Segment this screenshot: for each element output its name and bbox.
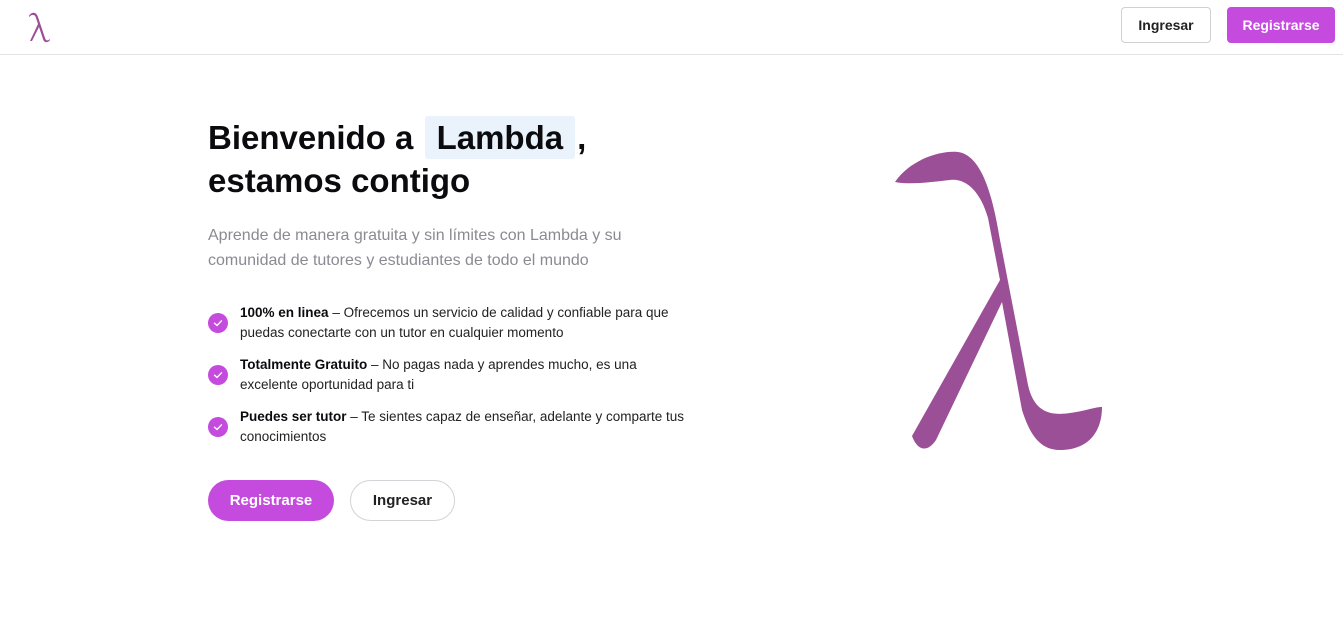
feature-list: 100% en linea – Ofrecemos un servicio de… — [208, 303, 688, 459]
lambda-logo-icon[interactable] — [25, 8, 53, 44]
title-line2: estamos contigo — [208, 162, 471, 199]
feature-title: 100% en linea — [240, 305, 329, 320]
check-circle-icon — [208, 365, 228, 385]
cta-login-button[interactable]: Ingresar — [350, 480, 455, 521]
login-button[interactable]: Ingresar — [1121, 7, 1211, 43]
lambda-illustration-icon — [880, 130, 1120, 460]
hero-subtitle: Aprende de manera gratuita y sin límites… — [208, 227, 622, 269]
check-circle-icon — [208, 313, 228, 333]
register-button[interactable]: Registrarse — [1227, 7, 1335, 43]
title-comma: , — [577, 119, 587, 156]
check-circle-icon — [208, 417, 228, 437]
feature-title: Totalmente Gratuito — [240, 357, 368, 372]
hero-title: Bienvenido a Lambda, estamos contigo — [208, 116, 728, 202]
top-navbar: Ingresar Registrarse — [0, 0, 1343, 55]
feature-title: Puedes ser tutor — [240, 409, 347, 424]
title-highlight-brand: Lambda — [424, 116, 576, 159]
feature-item: Totalmente Gratuito – No pagas nada y ap… — [208, 355, 688, 395]
cta-register-button[interactable]: Registrarse — [208, 480, 334, 521]
feature-item: 100% en linea – Ofrecemos un servicio de… — [208, 303, 688, 343]
feature-item: Puedes ser tutor – Te sientes capaz de e… — [208, 407, 688, 447]
title-prefix: Bienvenido a — [208, 119, 414, 156]
